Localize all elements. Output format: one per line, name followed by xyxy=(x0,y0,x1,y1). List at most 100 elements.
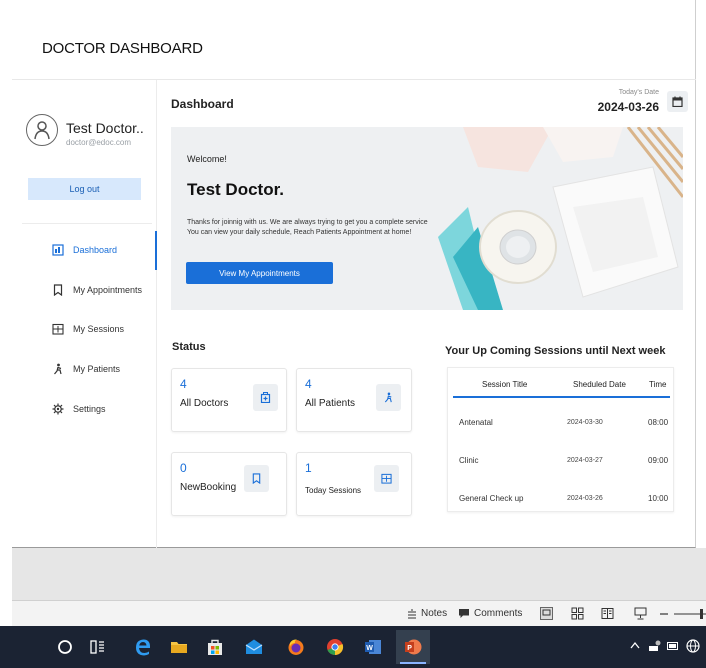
sidebar-item-label: My Sessions xyxy=(73,324,125,334)
gear-icon xyxy=(52,403,64,415)
header-underline xyxy=(453,396,670,398)
schedule-icon xyxy=(52,323,64,335)
welcome-banner: Welcome! Test Doctor. Thanks for joinnig… xyxy=(171,127,683,310)
upcoming-sessions-table: Session Title Sheduled Date Time Antenat… xyxy=(447,367,674,512)
reading-view-icon[interactable] xyxy=(601,607,614,620)
slide-title: DOCTOR DASHBOARD xyxy=(42,40,203,57)
stat-card-today-sessions[interactable]: 1 Today Sessions xyxy=(296,452,412,516)
task-view-icon[interactable] xyxy=(89,638,107,656)
stat-label: All Doctors xyxy=(180,398,229,409)
column-header: Sheduled Date xyxy=(573,380,626,389)
slide-sorter-icon[interactable] xyxy=(571,607,584,620)
powerpoint-status-bar: Notes Comments xyxy=(12,600,706,626)
powerpoint-taskbar-button[interactable]: P xyxy=(396,630,430,664)
column-header: Time xyxy=(649,380,667,389)
stat-count: 0 xyxy=(180,461,187,475)
window-edge xyxy=(0,548,12,600)
stat-count: 4 xyxy=(305,377,312,391)
stat-card-new-booking[interactable]: 0 NewBooking xyxy=(171,452,287,516)
patient-icon xyxy=(384,392,392,403)
firefox-icon[interactable] xyxy=(287,638,305,656)
today-label: Today's Date xyxy=(618,89,659,96)
avatar xyxy=(26,114,58,146)
sidebar-item-label: My Appointments xyxy=(73,285,143,295)
zoom-slider[interactable] xyxy=(660,609,706,619)
comment-icon xyxy=(459,609,469,618)
medical-supplies-image xyxy=(423,127,683,310)
bookmark-icon xyxy=(53,284,63,296)
sidebar-item-sessions[interactable]: My Sessions xyxy=(52,321,124,337)
word-icon[interactable]: W xyxy=(364,638,382,656)
logout-button[interactable]: Log out xyxy=(28,178,141,200)
screen: DOCTOR DASHBOARD Test Doctor.. doctor@ed… xyxy=(0,0,706,668)
stat-label: Today Sessions xyxy=(305,486,362,495)
upcoming-sessions-heading: Your Up Coming Sessions until Next week xyxy=(445,345,666,357)
sidebar-item-label: Dashboard xyxy=(73,245,118,255)
main-content: Dashboard Today's Date 2024-03-26 Welcom… xyxy=(158,80,696,549)
normal-view-icon[interactable] xyxy=(540,607,553,620)
view-appointments-button[interactable]: View My Appointments xyxy=(186,262,333,284)
welcome-name: Test Doctor. xyxy=(187,180,284,199)
chevron-up-icon[interactable] xyxy=(630,641,640,649)
cortana-icon[interactable] xyxy=(56,638,74,656)
patient-icon xyxy=(54,363,62,375)
active-app-indicator xyxy=(400,662,426,664)
calendar-button[interactable] xyxy=(667,91,688,112)
notes-label: Notes xyxy=(421,608,448,619)
sidebar-divider xyxy=(22,223,152,224)
session-time: 08:00 xyxy=(648,418,669,427)
stat-icon-box xyxy=(253,384,278,411)
stat-icon-box xyxy=(376,384,401,411)
store-icon[interactable] xyxy=(206,638,224,656)
dashboard-app: Test Doctor.. doctor@edoc.com Log out Da… xyxy=(12,79,696,549)
active-indicator xyxy=(155,231,157,270)
network-icon[interactable] xyxy=(648,640,661,652)
notes-button[interactable]: Notes xyxy=(407,608,447,619)
file-explorer-icon[interactable] xyxy=(170,638,188,656)
page-title: Dashboard xyxy=(171,97,234,111)
session-date: 2024-03-30 xyxy=(567,419,603,426)
session-title: Antenatal xyxy=(459,418,493,427)
svg-text:W: W xyxy=(366,645,373,652)
sidebar-item-appointments[interactable]: My Appointments xyxy=(52,282,142,298)
stat-card-patients[interactable]: 4 All Patients xyxy=(296,368,412,432)
session-title: General Check up xyxy=(459,494,524,503)
session-time: 10:00 xyxy=(648,494,669,503)
status-heading: Status xyxy=(172,341,206,353)
session-title: Clinic xyxy=(459,456,479,465)
stat-count: 4 xyxy=(180,377,187,391)
column-header: Session Title xyxy=(482,380,528,389)
windows-taskbar: W P xyxy=(0,626,706,668)
sidebar-item-dashboard[interactable]: Dashboard xyxy=(52,242,117,258)
stat-icon-box xyxy=(244,465,269,492)
notes-icon xyxy=(408,608,416,618)
stat-count: 1 xyxy=(305,461,312,475)
sidebar-item-label: Settings xyxy=(73,404,106,414)
today-date: 2024-03-26 xyxy=(597,100,659,114)
stat-label: NewBooking xyxy=(180,482,237,493)
globe-icon[interactable] xyxy=(686,639,700,653)
battery-icon[interactable] xyxy=(667,641,679,651)
stat-label: All Patients xyxy=(305,398,356,409)
session-time: 09:00 xyxy=(648,456,669,465)
bookmark-icon xyxy=(252,473,261,484)
sidebar-item-settings[interactable]: Settings xyxy=(52,401,106,417)
slideshow-icon[interactable] xyxy=(634,607,647,620)
slide-canvas: DOCTOR DASHBOARD Test Doctor.. doctor@ed… xyxy=(12,0,696,549)
edge-browser-icon[interactable] xyxy=(134,638,152,656)
mail-icon[interactable] xyxy=(245,638,263,656)
session-date: 2024-03-26 xyxy=(567,495,603,502)
dashboard-icon xyxy=(52,244,64,256)
doctor-icon xyxy=(260,392,271,403)
sidebar: Test Doctor.. doctor@edoc.com Log out Da… xyxy=(12,80,157,549)
doctor-email: doctor@edoc.com xyxy=(66,138,132,147)
session-date: 2024-03-27 xyxy=(567,457,603,464)
schedule-icon xyxy=(381,473,392,484)
chrome-icon[interactable] xyxy=(326,638,344,656)
stat-card-doctors[interactable]: 4 All Doctors xyxy=(171,368,287,432)
sidebar-item-patients[interactable]: My Patients xyxy=(52,361,120,377)
powerpoint-icon: P xyxy=(405,639,422,655)
svg-text:P: P xyxy=(407,645,412,652)
editor-background xyxy=(12,548,706,600)
comments-button[interactable]: Comments xyxy=(458,608,522,619)
